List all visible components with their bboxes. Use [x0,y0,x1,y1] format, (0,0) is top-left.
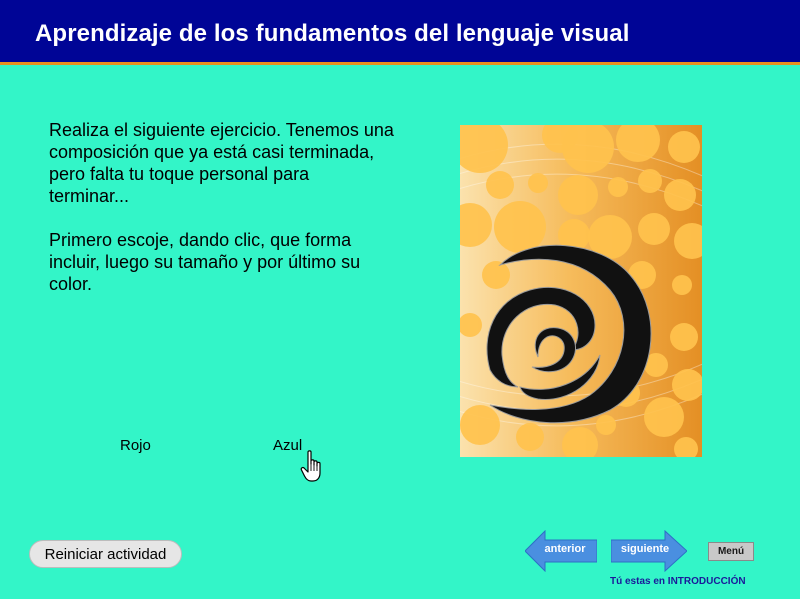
instruction-paragraph-1: Realiza el siguiente ejercicio. Tenemos … [49,120,394,206]
composition-artwork [460,125,702,457]
instruction-paragraph-2: Primero escoje, dando clic, que forma in… [49,230,361,294]
option-rojo[interactable]: Rojo [120,437,151,454]
previous-button[interactable]: anterior [525,530,597,572]
page-title: Aprendizaje de los fundamentos del lengu… [35,20,630,47]
previous-label: anterior [544,543,586,555]
menu-button[interactable]: Menú [708,542,754,561]
header-bar: Aprendizaje de los fundamentos del lengu… [0,0,800,65]
instructions: Realiza el siguiente ejercicio. Tenemos … [49,119,394,317]
next-label: siguiente [620,543,670,555]
hand-cursor-icon [300,450,321,482]
option-azul[interactable]: Azul [273,437,302,454]
location-indicator: Tú estas en INTRODUCCIÓN [610,576,746,587]
next-button[interactable]: siguiente [611,530,687,572]
reset-activity-button[interactable]: Reiniciar actividad [29,540,182,568]
